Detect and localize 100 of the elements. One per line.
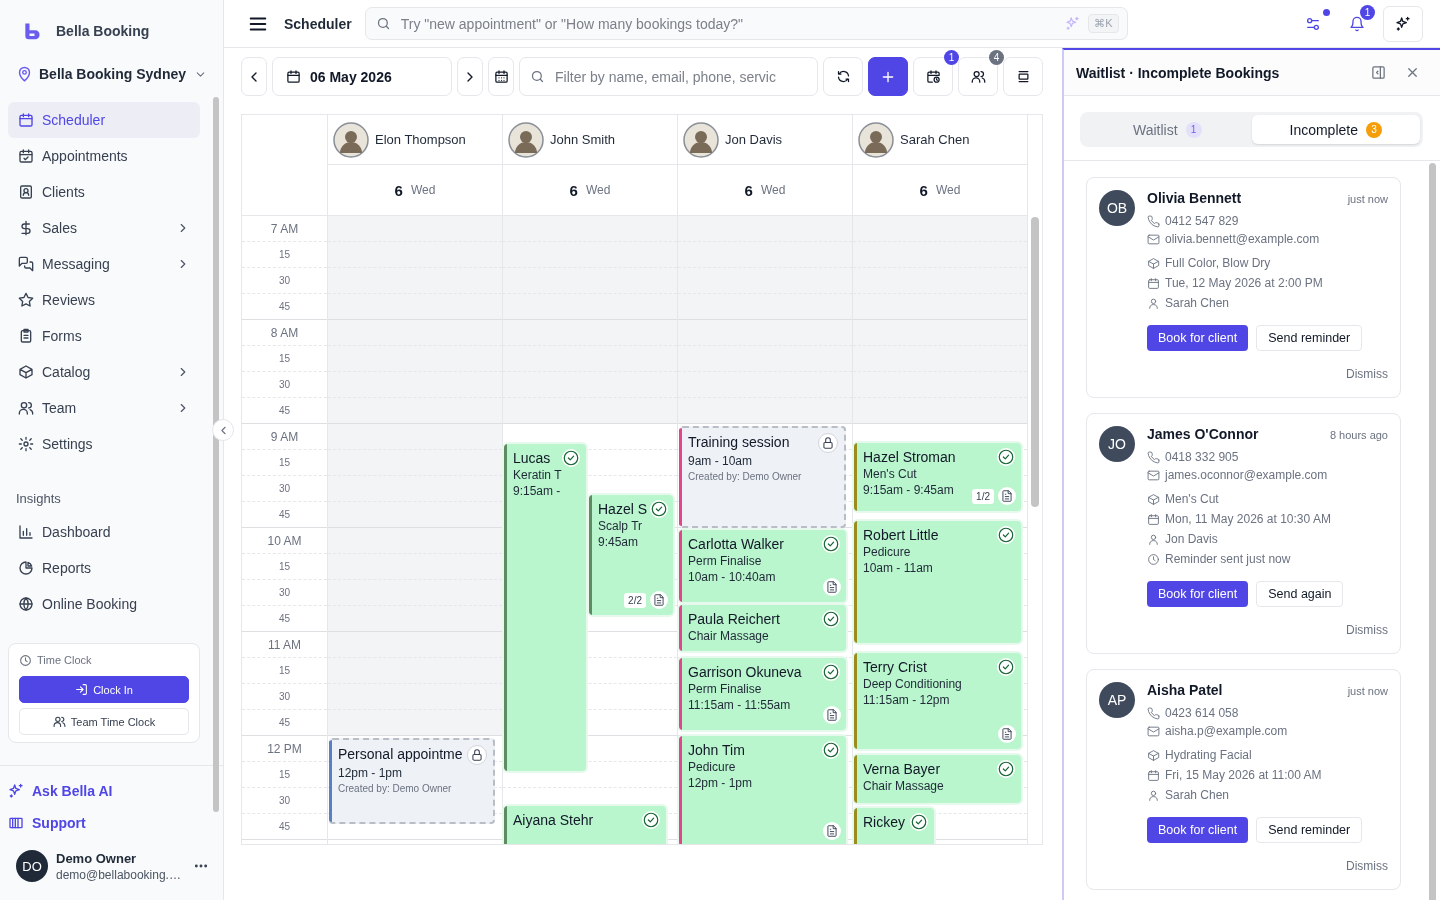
sparkle-icon [8,783,24,799]
panel-icon [1370,65,1386,80]
filter-field[interactable]: Filter by name, email, phone, servic [519,57,818,96]
detail-text: Fri, 15 May 2026 at 11:00 AM [1165,768,1322,782]
location-selector[interactable]: Bella Booking Sydney [16,62,208,86]
star-icon [18,292,34,308]
dismiss-button[interactable]: Dismiss [1346,859,1388,873]
sparkle-icon [1395,15,1411,32]
nav-item[interactable]: Settings [8,426,200,462]
contact-card-icon [18,184,34,200]
calendar-icon [1147,276,1160,290]
sidebar-link[interactable]: Support [8,811,223,832]
day-number: 6 [919,181,928,199]
nav-item[interactable]: Team [8,390,200,426]
time-label: 15 [278,457,291,468]
scrollbar[interactable] [213,97,219,812]
reminder-button[interactable]: Send again [1256,581,1344,607]
nav-item[interactable]: Scheduler [8,102,200,138]
clock-in-button[interactable]: Clock In [19,676,189,703]
nav-item[interactable]: Forms [8,318,200,354]
nav-item[interactable]: Reviews [8,282,200,318]
appointment-card[interactable]: Garrison Okuneva Perm Finalise 11:15am - 11:55am [679,658,846,730]
scrollbar[interactable] [1031,217,1039,507]
appointment-card[interactable]: Lucas Keratin T 9:15am - [504,444,586,771]
count-badge: 1 [1360,4,1375,20]
avatar-icon [333,121,369,158]
search-icon [530,69,545,84]
event-time: 11:15am - 11:55am [688,697,791,713]
search-input[interactable]: Try "new appointment" or "How many bookings today?" [398,14,1058,33]
tab[interactable]: Incomplete 3 [1251,115,1420,144]
sparkle-icon [1065,16,1081,31]
avatar-icon [508,121,544,158]
service-name: Chair Massage [688,628,769,644]
clock-icon [19,653,32,667]
event-note: Created by: Demo Owner [338,782,453,796]
bell-icon [1349,15,1365,32]
collapse-button[interactable] [212,419,234,441]
appointment-card[interactable]: Terry Crist Deep Conditioning 11:15am - 12pm [854,653,1021,749]
nav-item[interactable]: Appointments [8,138,200,174]
nav-item[interactable]: Online Booking [8,586,200,622]
sidebar-link[interactable]: Ask Bella AI [8,779,223,803]
service-name: Scalp Tr [598,518,642,534]
page-title: Scheduler [284,15,352,32]
previous-button[interactable] [241,57,267,96]
next-button[interactable] [457,57,483,96]
event-title: Personal appointme [338,745,463,763]
reminder-button[interactable]: Send reminder [1256,325,1363,351]
appointment-card[interactable]: Verna Bayer Chair Massage [854,755,1021,803]
users-icon [52,715,66,728]
appointment-card[interactable]: Rickey [854,808,934,844]
time-label: 10 AM [267,533,302,548]
nav-item[interactable]: Messaging [8,246,200,282]
dismiss-button[interactable]: Dismiss [1346,623,1388,637]
appointment-card[interactable]: Hazel Stroman Men's Cut 9:15am - 9:45am 1/2 [854,443,1021,511]
blocked-time-card[interactable]: Personal appointme 12pm - 1pm Created by: Demo Owner [329,738,495,824]
refresh-button[interactable] [823,57,863,96]
user-email: demo@bellabooking.… [56,867,182,882]
nav-item[interactable]: Dashboard [8,514,200,550]
date-picker-button[interactable]: 06 May 2026 [272,57,452,96]
reminder-button[interactable]: Send reminder [1256,817,1363,843]
book-button[interactable]: Book for client [1147,817,1249,843]
blocked-time-card[interactable]: Training session 9am - 10am Created by: Demo Owner [679,426,846,528]
service-name: Perm Finalise [688,553,762,569]
dismiss-button[interactable]: Dismiss [1346,367,1388,381]
time-label: 45 [278,613,291,624]
clock-icon [1147,552,1160,566]
appointment-card[interactable]: Paula Reichert Chair Massage [679,605,846,651]
team-time-clock-button[interactable]: Team Time Clock [19,708,189,735]
filter-input[interactable]: Filter by name, email, phone, servic [553,67,807,86]
tab[interactable]: Waitlist 1 [1083,115,1252,144]
time-label: 11 AM [267,637,302,652]
appointment-card[interactable]: Carlotta Walker Perm Finalise 10am - 10:40am [679,530,846,602]
phone-icon [1147,450,1160,464]
appointment-card[interactable]: Hazel S Scalp Tr 9:45am 2/2 [589,495,673,615]
nav-item[interactable]: Clients [8,174,200,210]
time-label: 45 [278,717,291,728]
day-number: 6 [744,181,753,199]
avatar: AP [1099,682,1135,718]
nav-item[interactable]: Sales [8,210,200,246]
appointment-card[interactable]: Robert Little Pedicure 10am - 11am [854,521,1021,643]
add-button[interactable] [868,57,908,96]
calendar-icon [18,112,34,128]
appointment-card[interactable]: Aiyana Stehr [504,806,666,844]
appointment-card[interactable]: John Tim Pedicure 12pm - 1pm [679,736,846,844]
box-icon [1147,492,1160,506]
nav-item[interactable]: Reports [8,550,200,586]
layout-button[interactable] [1003,57,1043,96]
book-button[interactable]: Book for client [1147,581,1249,607]
avatar-icon [858,121,894,158]
scrollbar[interactable] [1429,163,1436,900]
nav-item[interactable]: Catalog [8,354,200,390]
client-name: Garrison Okuneva [688,663,802,681]
users-icon [970,69,986,84]
time-label: 15 [278,665,291,676]
staff-name: Elon Thompson [375,132,466,147]
ai-button[interactable] [1383,5,1423,42]
book-button[interactable]: Book for client [1147,325,1249,351]
time-label: 30 [278,587,291,598]
calendar-button[interactable] [488,57,514,96]
detail-text: aisha.p@example.com [1165,724,1288,738]
